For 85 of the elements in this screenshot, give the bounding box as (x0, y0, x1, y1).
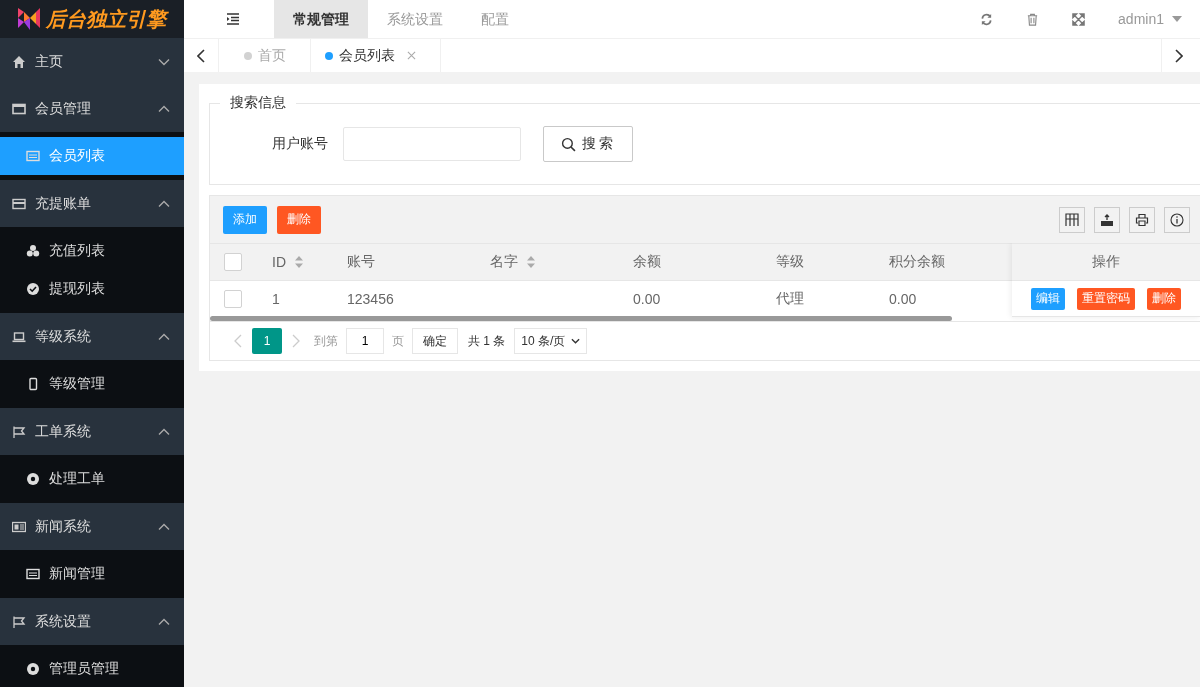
sidebar-item[interactable]: 等级管理 (0, 365, 184, 403)
search-icon (560, 136, 576, 152)
info-icon (1170, 212, 1184, 227)
chevron-icon (158, 199, 170, 208)
card-icon (12, 196, 26, 211)
badge-icon (26, 662, 40, 676)
account-input[interactable] (343, 127, 521, 161)
column-header: 积分余额 (889, 253, 945, 271)
column-header: 名字 (490, 253, 518, 271)
columns-icon (1065, 212, 1079, 227)
list-icon (26, 567, 40, 581)
page-size-select[interactable]: 10 条/页 (514, 328, 588, 354)
chevron-left-icon (197, 48, 205, 63)
search-legend: 搜索信息 (220, 94, 296, 112)
chevron-icon (158, 427, 170, 436)
nav-tab[interactable]: 常规管理 (274, 0, 368, 38)
table-cell: 0.00 (633, 290, 661, 307)
columns-button[interactable] (1059, 206, 1085, 233)
close-icon[interactable] (407, 51, 416, 60)
laptop-icon (12, 329, 26, 344)
column-header: 等级 (776, 253, 804, 271)
logo-icon (16, 6, 42, 32)
chevron-icon (158, 104, 170, 113)
export-icon (1100, 212, 1114, 227)
select-all-checkbox[interactable] (224, 253, 242, 271)
chevron-icon (158, 332, 170, 341)
chevron-right-icon (1175, 48, 1183, 63)
caret-icon (1172, 16, 1182, 22)
search-button[interactable]: 搜索 (543, 126, 633, 162)
scrollbar-thumb[interactable] (210, 316, 952, 321)
print-button[interactable] (1129, 206, 1155, 233)
page-unit: 页 (392, 332, 404, 350)
refresh-icon[interactable] (980, 12, 994, 26)
chevron-icon (158, 617, 170, 626)
column-header: 操作 (1092, 253, 1120, 271)
info-button[interactable] (1164, 206, 1190, 233)
chevron-icon (158, 57, 170, 66)
table-cell: 代理 (776, 289, 804, 308)
sort-icon[interactable] (294, 255, 304, 269)
trash-icon[interactable] (1026, 12, 1040, 26)
field-label: 用户账号 (271, 135, 328, 153)
table-cell: 1 (272, 290, 280, 307)
sidebar-group[interactable]: 工单系统 (0, 408, 184, 455)
export-button[interactable] (1094, 206, 1120, 233)
sidebar-group[interactable]: 新闻系统 (0, 503, 184, 550)
mobile-icon (26, 377, 40, 391)
status-dot (244, 51, 252, 60)
badge-icon (26, 472, 40, 486)
sidebar-group[interactable]: 会员管理 (0, 85, 184, 132)
print-icon (1135, 212, 1149, 227)
sidebar-item[interactable]: 新闻管理 (0, 555, 184, 593)
page-tab[interactable]: 会员列表 (311, 39, 441, 72)
row-checkbox[interactable] (224, 289, 242, 308)
total-count: 共 1 条 (468, 332, 506, 350)
fullscreen-icon[interactable] (1072, 12, 1086, 26)
sidebar-item[interactable]: 处理工单 (0, 460, 184, 498)
sidebar-item[interactable]: 充值列表 (0, 232, 184, 270)
sidebar-group[interactable]: 主页 (0, 38, 184, 85)
flag-icon (12, 424, 26, 439)
check-icon (26, 282, 40, 296)
confirm-button[interactable]: 确定 (412, 328, 458, 354)
chevron-icon (158, 522, 170, 531)
page-button[interactable]: 1 (252, 328, 282, 354)
sidebar-group[interactable]: 充提账单 (0, 180, 184, 227)
list-icon (26, 149, 40, 163)
table-cell: 123456 (347, 290, 394, 307)
menu-icon[interactable] (226, 13, 240, 25)
goto-label: 到第 (314, 332, 338, 350)
table-cell: 0.00 (889, 290, 917, 307)
window-icon (12, 101, 26, 116)
flag-icon (12, 614, 26, 629)
sort-icon[interactable] (526, 255, 536, 269)
column-header: ID (272, 254, 286, 270)
column-header: 余额 (633, 253, 661, 271)
sidebar-group[interactable]: 系统设置 (0, 598, 184, 645)
sidebar-item[interactable]: 管理员管理 (0, 650, 184, 687)
sidebar-group[interactable]: 等级系统 (0, 313, 184, 360)
sidebar-item[interactable]: 提现列表 (0, 270, 184, 308)
cubes-icon (26, 244, 40, 258)
chevron-down-icon (571, 338, 581, 344)
page-input[interactable]: 1 (346, 328, 384, 354)
column-header: 账号 (347, 253, 375, 271)
news-icon (12, 519, 26, 534)
status-dot (325, 51, 333, 60)
home-icon (12, 54, 26, 69)
